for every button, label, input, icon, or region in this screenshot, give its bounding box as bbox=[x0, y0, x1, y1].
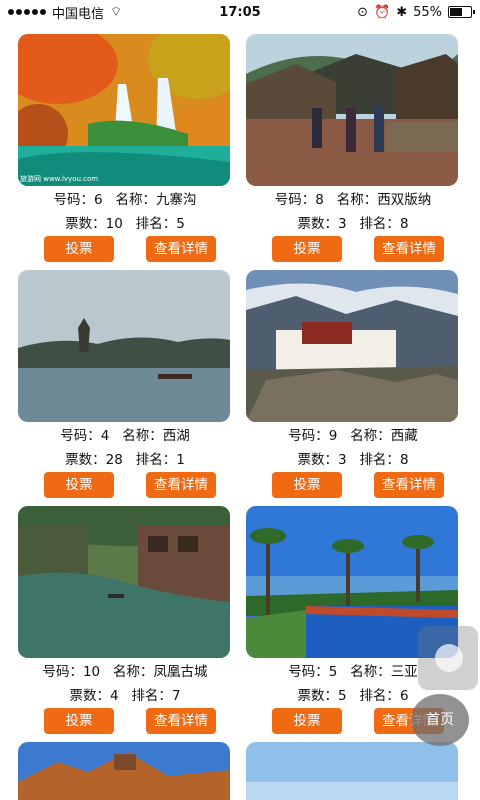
details-button[interactable]: 查看详情 bbox=[374, 472, 444, 498]
attraction-photo-great-wall[interactable] bbox=[18, 742, 230, 800]
id-name-line: 号码：8 名称：西双版纳 bbox=[274, 192, 432, 208]
attraction-photo-xishuangbanna[interactable] bbox=[246, 34, 458, 186]
attraction-card: 号码：4 名称：西湖 票数：28 排名：1 投票 查看详情 bbox=[18, 270, 232, 498]
battery-icon bbox=[448, 6, 475, 18]
wifi-icon: ⌔ bbox=[110, 5, 123, 20]
orientation-lock-icon: ⊙ bbox=[357, 4, 368, 20]
votes-rank-line: 票数：4 排名：7 bbox=[69, 688, 181, 704]
id-name-line: 号码：10 名称：凤凰古城 bbox=[42, 664, 208, 680]
votes-rank-line: 票数：3 排名：8 bbox=[297, 216, 409, 232]
vote-button[interactable]: 投票 bbox=[44, 708, 114, 734]
assist-dot-icon bbox=[435, 644, 463, 672]
id-name-line: 号码：6 名称：九寨沟 bbox=[53, 192, 197, 208]
votes-rank-line: 票数：28 排名：1 bbox=[65, 452, 185, 468]
carrier: 中国电信 bbox=[52, 6, 105, 22]
details-button[interactable]: 查看详情 bbox=[374, 236, 444, 262]
clock: 17:05 bbox=[219, 4, 261, 20]
attraction-card: 号码：10 名称：凤凰古城 票数：4 排名：7 投票 查看详情 bbox=[18, 506, 232, 734]
status-right: ⊙ ⏰ ✱ 55% bbox=[357, 4, 475, 20]
attraction-card bbox=[246, 742, 460, 800]
vote-button[interactable]: 投票 bbox=[44, 236, 114, 262]
details-button[interactable]: 查看详情 bbox=[146, 472, 216, 498]
alarm-icon: ⏰ bbox=[374, 4, 391, 20]
attraction-card bbox=[18, 742, 232, 800]
attraction-card: 旅游网 www.lvyou.com 号码：6 名称：九寨沟 票数：10 排名：5… bbox=[18, 34, 232, 262]
attraction-photo-jiuzhaigou[interactable]: 旅游网 www.lvyou.com bbox=[18, 34, 230, 186]
details-button[interactable]: 查看详情 bbox=[146, 236, 216, 262]
signal-icon bbox=[8, 9, 46, 15]
status-bar: 中国电信 ⌔ 17:05 ⊙ ⏰ ✱ 55% bbox=[0, 0, 480, 24]
bluetooth-icon: ✱ bbox=[396, 4, 408, 20]
votes-rank-line: 票数：10 排名：5 bbox=[65, 216, 185, 232]
battery-percent: 55% bbox=[413, 4, 442, 20]
votes-rank-line: 票数：3 排名：8 bbox=[297, 452, 409, 468]
id-name-line: 号码：9 名称：西藏 bbox=[288, 428, 418, 444]
attraction-photo-fenghuang[interactable] bbox=[18, 506, 230, 658]
attraction-card: 号码：8 名称：西双版纳 票数：3 排名：8 投票 查看详情 bbox=[246, 34, 460, 262]
status-left: 中国电信 ⌔ bbox=[8, 3, 122, 22]
home-button[interactable]: 首页 bbox=[411, 694, 469, 746]
vote-button[interactable]: 投票 bbox=[272, 236, 342, 262]
attraction-photo-xizang[interactable] bbox=[246, 270, 458, 422]
floating-assist-button[interactable] bbox=[418, 626, 478, 690]
vote-button[interactable]: 投票 bbox=[272, 708, 342, 734]
id-name-line: 号码：4 名称：西湖 bbox=[60, 428, 190, 444]
attraction-photo-sky[interactable] bbox=[246, 742, 458, 800]
vote-button[interactable]: 投票 bbox=[272, 472, 342, 498]
attraction-photo-xihu[interactable] bbox=[18, 270, 230, 422]
vote-button[interactable]: 投票 bbox=[44, 472, 114, 498]
details-button[interactable]: 查看详情 bbox=[146, 708, 216, 734]
attraction-card: 号码：9 名称：西藏 票数：3 排名：8 投票 查看详情 bbox=[246, 270, 460, 498]
photo-watermark: 旅游网 www.lvyou.com bbox=[20, 175, 99, 183]
